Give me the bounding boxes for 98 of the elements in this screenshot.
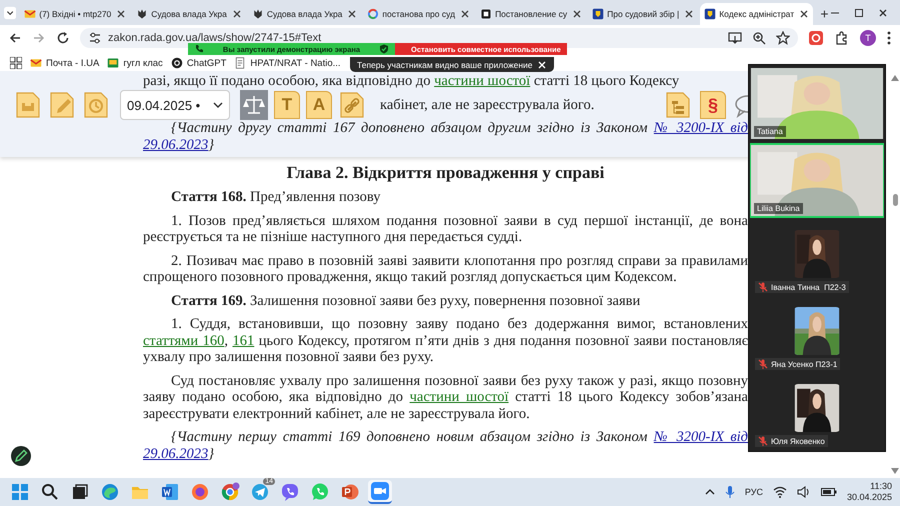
browser-tab[interactable]: Судова влада Укра: [248, 3, 362, 25]
scroll-thumb[interactable]: [892, 194, 898, 206]
phone-bubble-icon: [310, 482, 330, 502]
date-select[interactable]: 09.04.2025 •: [120, 90, 230, 120]
firefox-icon: [190, 482, 210, 502]
emblem-icon: [252, 8, 264, 20]
link[interactable]: статтями 160: [143, 332, 224, 348]
chevron-down-icon[interactable]: [4, 4, 16, 22]
more-icon[interactable]: [886, 30, 892, 46]
square-icon: [480, 8, 492, 20]
shield-icon: [704, 8, 716, 20]
mail-icon: [30, 57, 42, 69]
link[interactable]: № 3200-IX від: [654, 429, 748, 445]
close-icon[interactable]: [232, 9, 242, 19]
link[interactable]: 29.06.2023: [143, 137, 208, 153]
task-view-icon: [70, 482, 90, 502]
chevron-up-icon[interactable]: [704, 487, 715, 497]
link[interactable]: 29.06.2023: [143, 446, 208, 462]
document-text: 1. Суддя, встановивши, що позовну заяву подано без додержання вимог, встановлених статтями 160, 161 цього Кодексу, протягом п’яти днів з дня подання позовної заяви постановляє ухвалу про залишення позовної заяви без руху.: [143, 316, 748, 366]
battery-icon[interactable]: [820, 487, 837, 497]
back-icon[interactable]: [8, 31, 22, 45]
clock-time[interactable]: 11:30: [870, 481, 892, 492]
link-icon[interactable]: [338, 90, 366, 120]
reload-icon[interactable]: [56, 31, 70, 45]
install-icon[interactable]: [728, 31, 742, 45]
shield-icon: [592, 8, 604, 20]
chapter-heading: Глава 2. Відкриття провадження у справі: [286, 163, 606, 183]
paper-plane-icon: [250, 482, 270, 502]
powerpoint-icon: [340, 482, 360, 502]
participant-name: Іванна Тинна П22-3: [771, 282, 846, 292]
document-text: кабінет, але не зареєструвала його.: [380, 96, 594, 114]
document-text: 1. Позов пред’являється шляхом подання позовної заяви в суд першої інстанції, де вона реєструється та не пізніше наступного дня передається судді.: [143, 212, 748, 246]
edge-icon: [100, 482, 120, 502]
extension-icon[interactable]: [808, 30, 824, 46]
profile-avatar[interactable]: T: [860, 30, 876, 46]
browser-tab[interactable]: Постановление су: [476, 3, 586, 25]
apps-grid-icon[interactable]: [10, 57, 22, 69]
wifi-icon[interactable]: [772, 486, 787, 498]
phone-icon: [194, 44, 204, 54]
close-icon[interactable]: [572, 9, 582, 19]
zoom-icon[interactable]: [752, 31, 766, 45]
browser-tab[interactable]: Судова влада Укра: [132, 3, 246, 25]
colored-ring-icon: [367, 8, 380, 20]
participant-name: Яна Усенко П23-1: [771, 360, 838, 368]
maximize-icon[interactable]: [854, 8, 864, 18]
scroll-down-icon[interactable]: [891, 468, 899, 474]
bookmark[interactable]: ChatGPT: [170, 57, 226, 69]
windows-icon: [10, 482, 30, 502]
section-button[interactable]: §: [700, 91, 726, 119]
scroll-up-icon[interactable]: [891, 75, 899, 81]
browser-tab[interactable]: (7) Вхідні • mtp270: [20, 3, 130, 25]
notification-toast: Теперь участникам видно ваше приложение: [350, 57, 554, 72]
participant-name: Tatiana: [757, 127, 783, 136]
close-icon[interactable]: [684, 9, 694, 19]
participant-name: Liliia Bukina: [757, 204, 800, 213]
close-icon[interactable]: [116, 9, 126, 19]
document-text: {Частину другу статті 167 доповнено абзацом другим згідно із Законом № 3200-IX від 29.06.2023}: [143, 120, 748, 154]
pencil-icon: [14, 449, 28, 463]
browser-tab[interactable]: Кодекс адміністрат: [700, 3, 814, 25]
volume-icon[interactable]: [796, 486, 811, 498]
language-indicator[interactable]: РУС: [744, 487, 763, 497]
star-icon[interactable]: [776, 31, 790, 45]
document-text: Суд постановляє ухвалу про залишення позовної заяви без руху також у разі, якщо позовну заяву подано особою, яка відповідно до частини шостої статті 18 цього Кодексу зобов’язана зареєструвати електронний кабінет, але не зареєструвала його.: [143, 372, 748, 422]
mail-icon: [24, 8, 36, 20]
bookmark[interactable]: гугл клас: [107, 57, 163, 69]
scales-icon[interactable]: [240, 90, 268, 120]
article-title: Стаття 169. Залишення позовної заяви без руху, повернення позовної заяви: [170, 292, 642, 309]
article-title: Стаття 168. Пред’явлення позову: [170, 189, 382, 206]
word-icon: [160, 482, 180, 502]
bookmark[interactable]: Почта - I.UA: [30, 57, 100, 69]
camera-icon: [370, 481, 390, 501]
participant-name: Юля Яковенко: [771, 436, 825, 446]
browser-tab[interactable]: постанова про суд: [363, 3, 474, 25]
tree-list-icon[interactable]: [664, 90, 692, 120]
close-icon[interactable]: [460, 9, 470, 19]
link[interactable]: 161: [232, 332, 254, 348]
site-settings-icon[interactable]: [88, 31, 102, 45]
edit-button[interactable]: [11, 446, 31, 466]
browser-tab[interactable]: Про судовий збір |: [588, 3, 698, 25]
chrome-icon: [220, 482, 240, 502]
phone-bubble-icon: [280, 482, 300, 502]
link[interactable]: частини шостої: [410, 389, 509, 405]
close-icon[interactable]: [878, 8, 888, 18]
link[interactable]: частини шостої: [434, 73, 530, 89]
clock-date[interactable]: 30.04.2025: [846, 492, 892, 503]
document-text: разі, якщо її подано особою, яка відповідно до частини шостої статті 18 цього Кодексу: [143, 73, 680, 90]
chevron-down-icon: [213, 100, 223, 110]
document-text: {Частину першу статті 169 доповнено новим абзацом згідно із Законом № 3200-IX від 29.06.2023}: [143, 429, 748, 462]
shield-check-icon: [379, 44, 389, 54]
document-text: 2. Позивач має право в позовній заяві заявити клопотання про розгляд справи за правилами спрощеного позовного провадження, якщо такий розгляд допускається цим Кодексом.: [143, 252, 748, 286]
microphone-icon[interactable]: [724, 485, 735, 499]
bookmark[interactable]: НРАТ/NRAT - Natio...: [234, 57, 341, 69]
emblem-icon: [136, 8, 148, 20]
search-icon: [40, 482, 60, 502]
close-icon[interactable]: [347, 9, 358, 19]
board-icon: [107, 57, 120, 69]
close-icon[interactable]: [799, 9, 810, 19]
link[interactable]: № 3200-IX від: [654, 120, 748, 136]
